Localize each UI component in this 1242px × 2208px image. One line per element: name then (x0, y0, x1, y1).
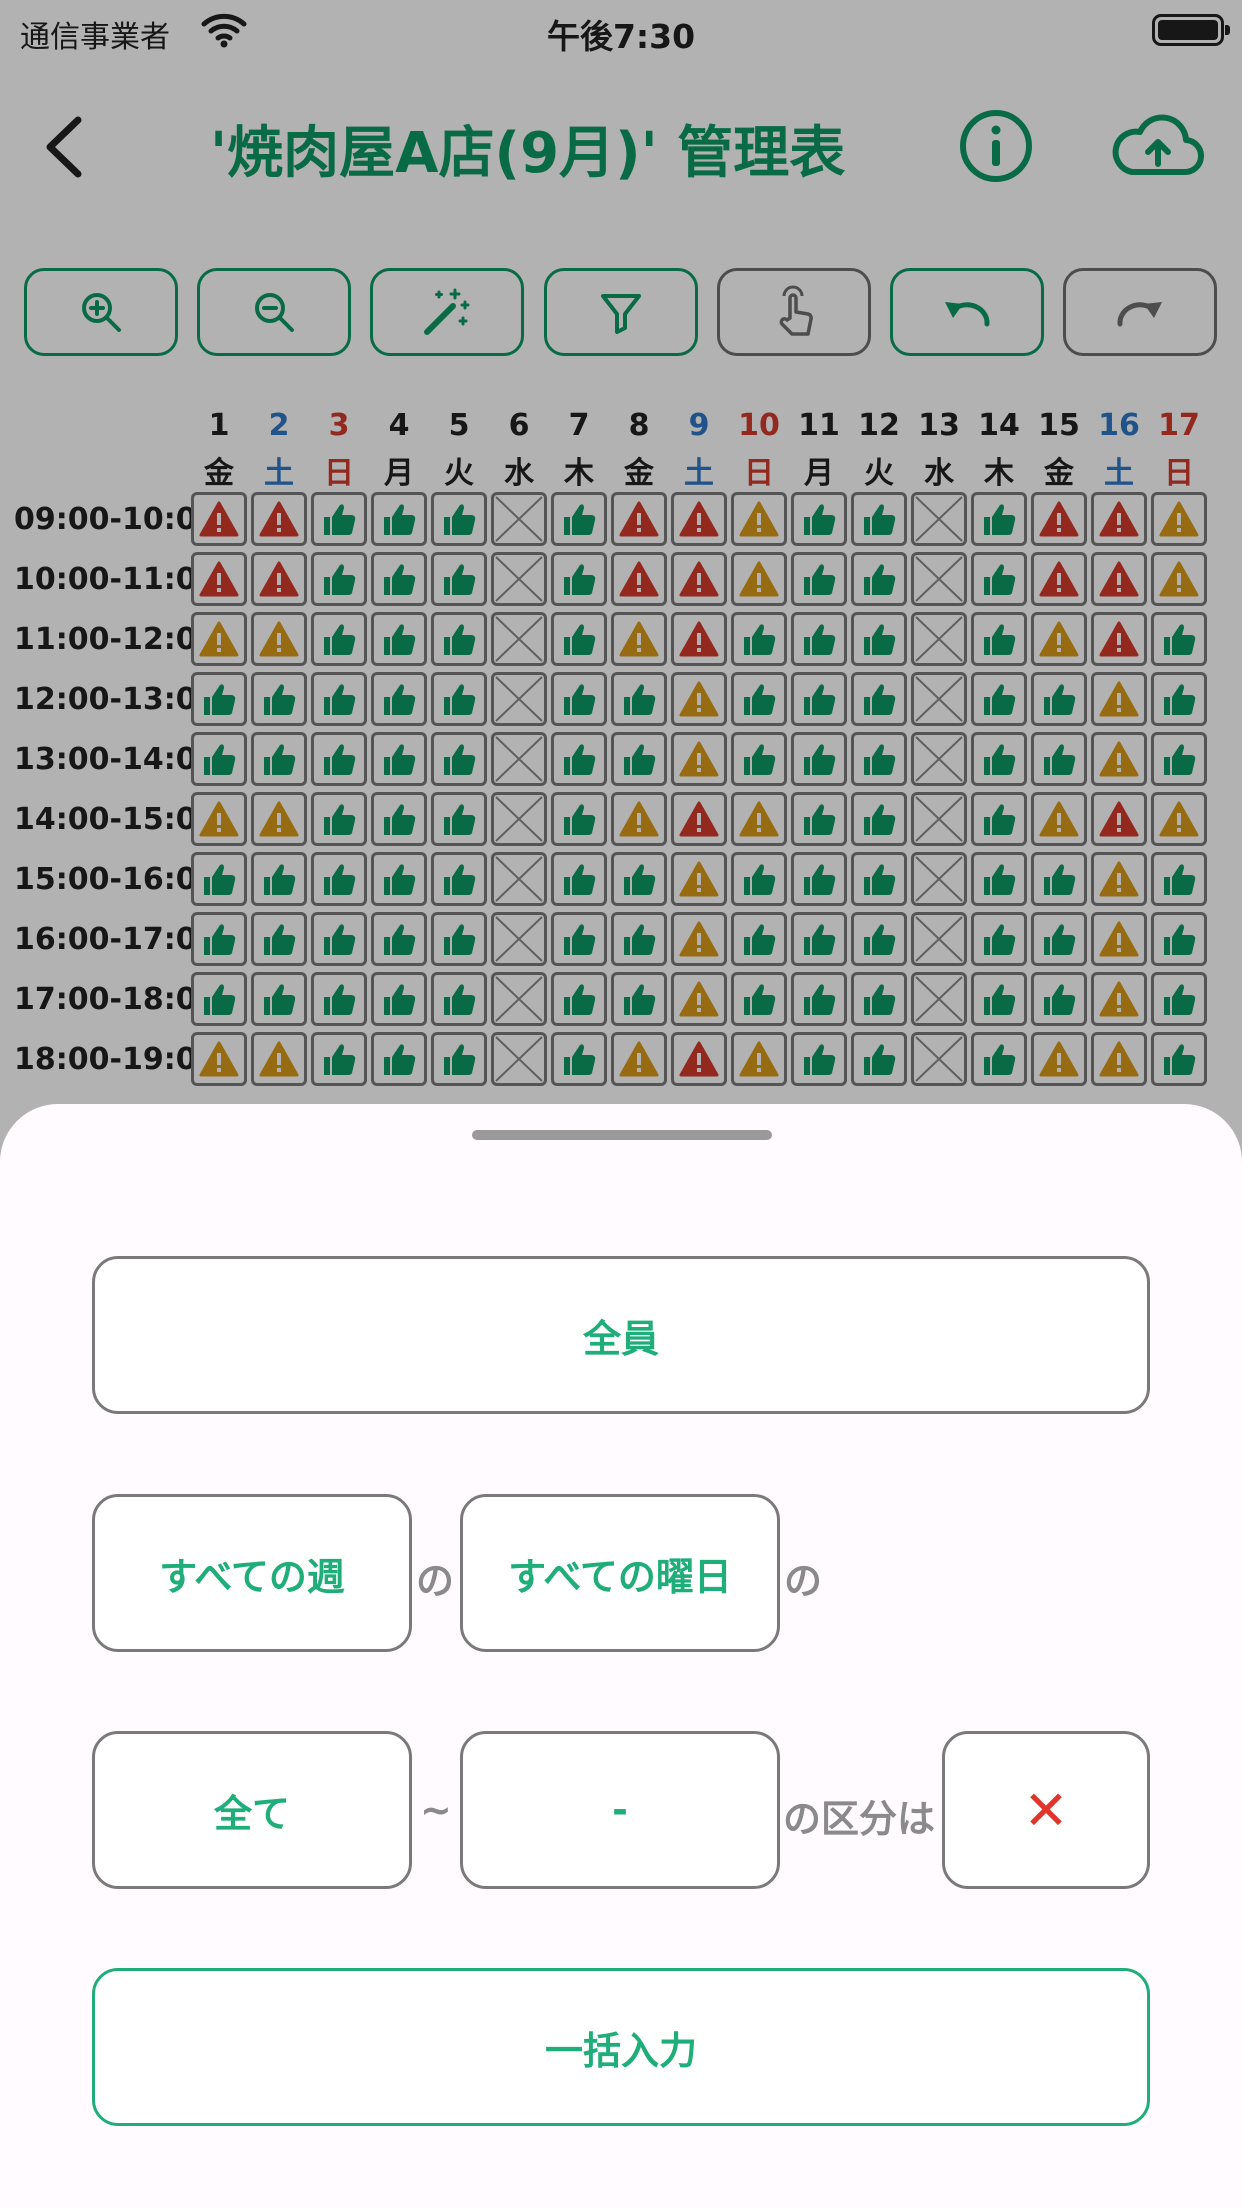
sheet-grabber[interactable] (472, 1130, 772, 1140)
target-staff-button[interactable]: 全員 (92, 1256, 1150, 1414)
division-text: の区分は (783, 1797, 936, 1841)
range-end-label: - (612, 1788, 628, 1832)
close-icon: ✕ (1023, 1778, 1069, 1842)
week-select-button[interactable]: すべての週 (92, 1494, 412, 1652)
bulk-input-button[interactable]: 一括入力 (92, 1968, 1150, 2126)
range-start-button[interactable]: 全て (92, 1731, 412, 1889)
weekday-select-label: すべての曜日 (508, 1554, 732, 1599)
bulk-input-sheet: 全員 すべての週 の すべての曜日 の 全て ~ - の区分は ✕ 一括入力 (0, 1104, 1242, 2208)
target-staff-label: 全員 (582, 1316, 659, 1361)
range-end-button[interactable]: - (460, 1731, 780, 1889)
division-value-button[interactable]: ✕ (942, 1731, 1150, 1889)
week-select-label: すべての週 (159, 1554, 345, 1599)
bulk-input-label: 一括入力 (544, 2028, 697, 2073)
connector-no-1: の (416, 1559, 455, 1603)
weekday-select-button[interactable]: すべての曜日 (460, 1494, 780, 1652)
range-start-label: 全て (213, 1791, 290, 1836)
range-tilde: ~ (420, 1788, 452, 1832)
connector-no-2: の (784, 1559, 823, 1603)
